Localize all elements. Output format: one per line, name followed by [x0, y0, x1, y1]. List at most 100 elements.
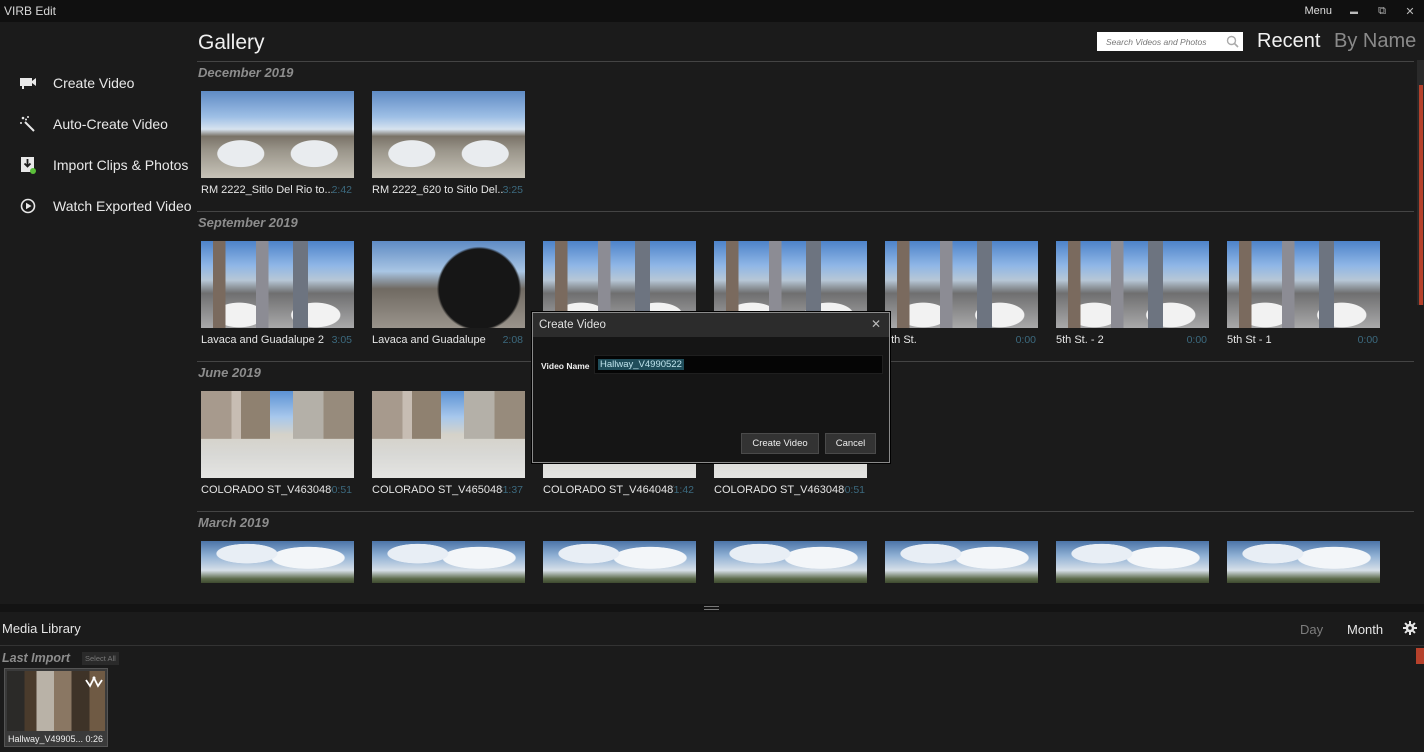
video-name-label: Video Name	[541, 361, 590, 371]
section-label: June 2019	[198, 365, 261, 380]
gallery-clip[interactable]: 8th St. 0:00	[885, 241, 1038, 346]
magic-wand-icon	[18, 114, 38, 134]
sidebar-item-label: Watch Exported Video	[53, 197, 192, 214]
gallery-clip[interactable]: RM 2222_Sitlo Del Rio to... 2:42	[201, 91, 354, 196]
clip-name: Lavaca and Guadalupe 2	[201, 334, 324, 346]
clip-name: RM 2222_Sitlo Del Rio to...	[201, 184, 332, 196]
create-video-button[interactable]: Create Video	[741, 433, 819, 454]
library-clip[interactable]: Hallway_V49905... 0:26	[4, 668, 108, 747]
clip-name: 5th St. - 2	[1056, 334, 1104, 346]
vr-360-icon	[85, 675, 103, 689]
gallery-clip[interactable]	[372, 541, 525, 583]
sidebar-item-import-clips[interactable]: Import Clips & Photos	[0, 144, 195, 185]
panel-splitter[interactable]	[0, 604, 1424, 612]
sidebar-item-label: Create Video	[53, 74, 135, 91]
section-header: March 2019	[197, 511, 1414, 533]
sort-recent-tab[interactable]: Recent	[1257, 30, 1320, 53]
library-scrollbar[interactable]	[1416, 648, 1424, 664]
create-video-dialog: Create Video ✕ Video Name Hallway_V49905…	[532, 312, 890, 463]
clip-duration: 0:51	[331, 484, 352, 496]
section-label: December 2019	[198, 65, 294, 80]
clip-duration: 0:26	[85, 734, 103, 744]
clip-duration: 2:42	[331, 184, 352, 196]
clip-name: COLORADO ST_V4650488	[372, 484, 503, 496]
clip-thumbnail	[372, 91, 525, 178]
minimize-button[interactable]: ▬	[1348, 7, 1360, 16]
clip-thumbnail	[714, 541, 867, 583]
clip-thumbnail	[201, 91, 354, 178]
clip-duration: 3:05	[331, 334, 352, 346]
clip-thumbnail	[372, 541, 525, 583]
gallery-title: Gallery	[198, 31, 265, 54]
sidebar-item-create-video[interactable]: Create Video	[0, 62, 195, 103]
section-label: September 2019	[198, 215, 298, 230]
clip-thumbnail	[201, 241, 354, 328]
gallery-clip[interactable]	[543, 541, 696, 583]
clip-thumbnail	[372, 391, 525, 478]
gallery-clip[interactable]: Lavaca and Guadalupe 2:08	[372, 241, 525, 346]
clip-duration: 0:00	[1015, 334, 1036, 346]
sidebar: Create Video Auto-Create Video Import Cl…	[0, 62, 195, 226]
close-window-button[interactable]: ✕	[1404, 5, 1416, 18]
clip-thumbnail	[201, 541, 354, 583]
clip-name: COLORADO ST_V4630486	[714, 484, 845, 496]
clip-thumbnail	[885, 241, 1038, 328]
restore-button[interactable]: ⧉	[1376, 5, 1388, 18]
section-header: December 2019	[197, 61, 1414, 83]
menu-button[interactable]: Menu	[1304, 5, 1332, 17]
gallery-clip[interactable]: Lavaca and Guadalupe 2 3:05	[201, 241, 354, 346]
import-icon	[18, 155, 38, 175]
clip-thumbnail	[1056, 241, 1209, 328]
media-library-title: Media Library	[2, 621, 81, 636]
clip-thumbnail	[372, 241, 525, 328]
gallery-clip[interactable]: RM 2222_620 to Sitlo Del... 3:25	[372, 91, 525, 196]
gallery-clip[interactable]	[885, 541, 1038, 583]
clip-duration: 2:08	[502, 334, 523, 346]
clip-name: 5th St - 1	[1227, 334, 1272, 346]
sidebar-item-auto-create-video[interactable]: Auto-Create Video	[0, 103, 195, 144]
clip-thumbnail	[1056, 541, 1209, 583]
search-box[interactable]	[1097, 32, 1243, 51]
dialog-close-button[interactable]: ✕	[871, 317, 881, 331]
select-all-button[interactable]: Select All	[82, 652, 119, 665]
gallery-scrollbar[interactable]	[1417, 60, 1424, 305]
gallery-clip[interactable]: 5th St - 1 0:00	[1227, 241, 1380, 346]
section-label: March 2019	[198, 515, 269, 530]
gallery-clip[interactable]: COLORADO ST_V4630486 0:51	[201, 391, 354, 496]
clip-duration: 0:00	[1186, 334, 1207, 346]
divider	[0, 645, 1424, 646]
play-circle-icon	[18, 196, 38, 216]
group-label: Last Import	[2, 651, 71, 665]
cancel-button[interactable]: Cancel	[825, 433, 876, 454]
splitter-grip-icon	[704, 606, 719, 610]
gallery-clip[interactable]	[201, 541, 354, 583]
clip-duration: 0:51	[844, 484, 865, 496]
gallery-clip[interactable]	[1227, 541, 1380, 583]
sidebar-item-watch-exported[interactable]: Watch Exported Video	[0, 185, 195, 226]
clip-thumbnail	[1227, 241, 1380, 328]
app-title: VIRB Edit	[4, 4, 57, 18]
view-month-tab[interactable]: Month	[1347, 622, 1383, 637]
view-day-tab[interactable]: Day	[1300, 622, 1323, 637]
search-icon[interactable]	[1226, 35, 1239, 48]
dialog-title: Create Video	[539, 319, 606, 331]
sort-by-name-tab[interactable]: By Name	[1334, 30, 1416, 53]
sidebar-item-label: Import Clips & Photos	[53, 156, 189, 173]
clip-thumbnail	[885, 541, 1038, 583]
section-header: September 2019	[197, 211, 1414, 233]
clip-duration: 1:37	[502, 484, 523, 496]
title-bar: VIRB Edit Menu ▬ ⧉ ✕	[0, 0, 1424, 22]
gear-icon[interactable]	[1403, 621, 1417, 635]
video-name-field[interactable]: Hallway_V4990522	[594, 355, 883, 374]
search-input[interactable]	[1106, 36, 1224, 47]
gallery-clip[interactable]: COLORADO ST_V4650488 1:37	[372, 391, 525, 496]
dialog-title-bar: Create Video ✕	[533, 313, 889, 337]
gallery-clip[interactable]	[1056, 541, 1209, 583]
clip-duration: 0:00	[1357, 334, 1378, 346]
clip-thumbnail	[543, 541, 696, 583]
gallery-clip[interactable]	[714, 541, 867, 583]
gallery-clip[interactable]: 5th St. - 2 0:00	[1056, 241, 1209, 346]
clip-duration: 3:25	[502, 184, 523, 196]
clip-name: RM 2222_620 to Sitlo Del...	[372, 184, 503, 196]
sidebar-item-label: Auto-Create Video	[53, 115, 168, 132]
